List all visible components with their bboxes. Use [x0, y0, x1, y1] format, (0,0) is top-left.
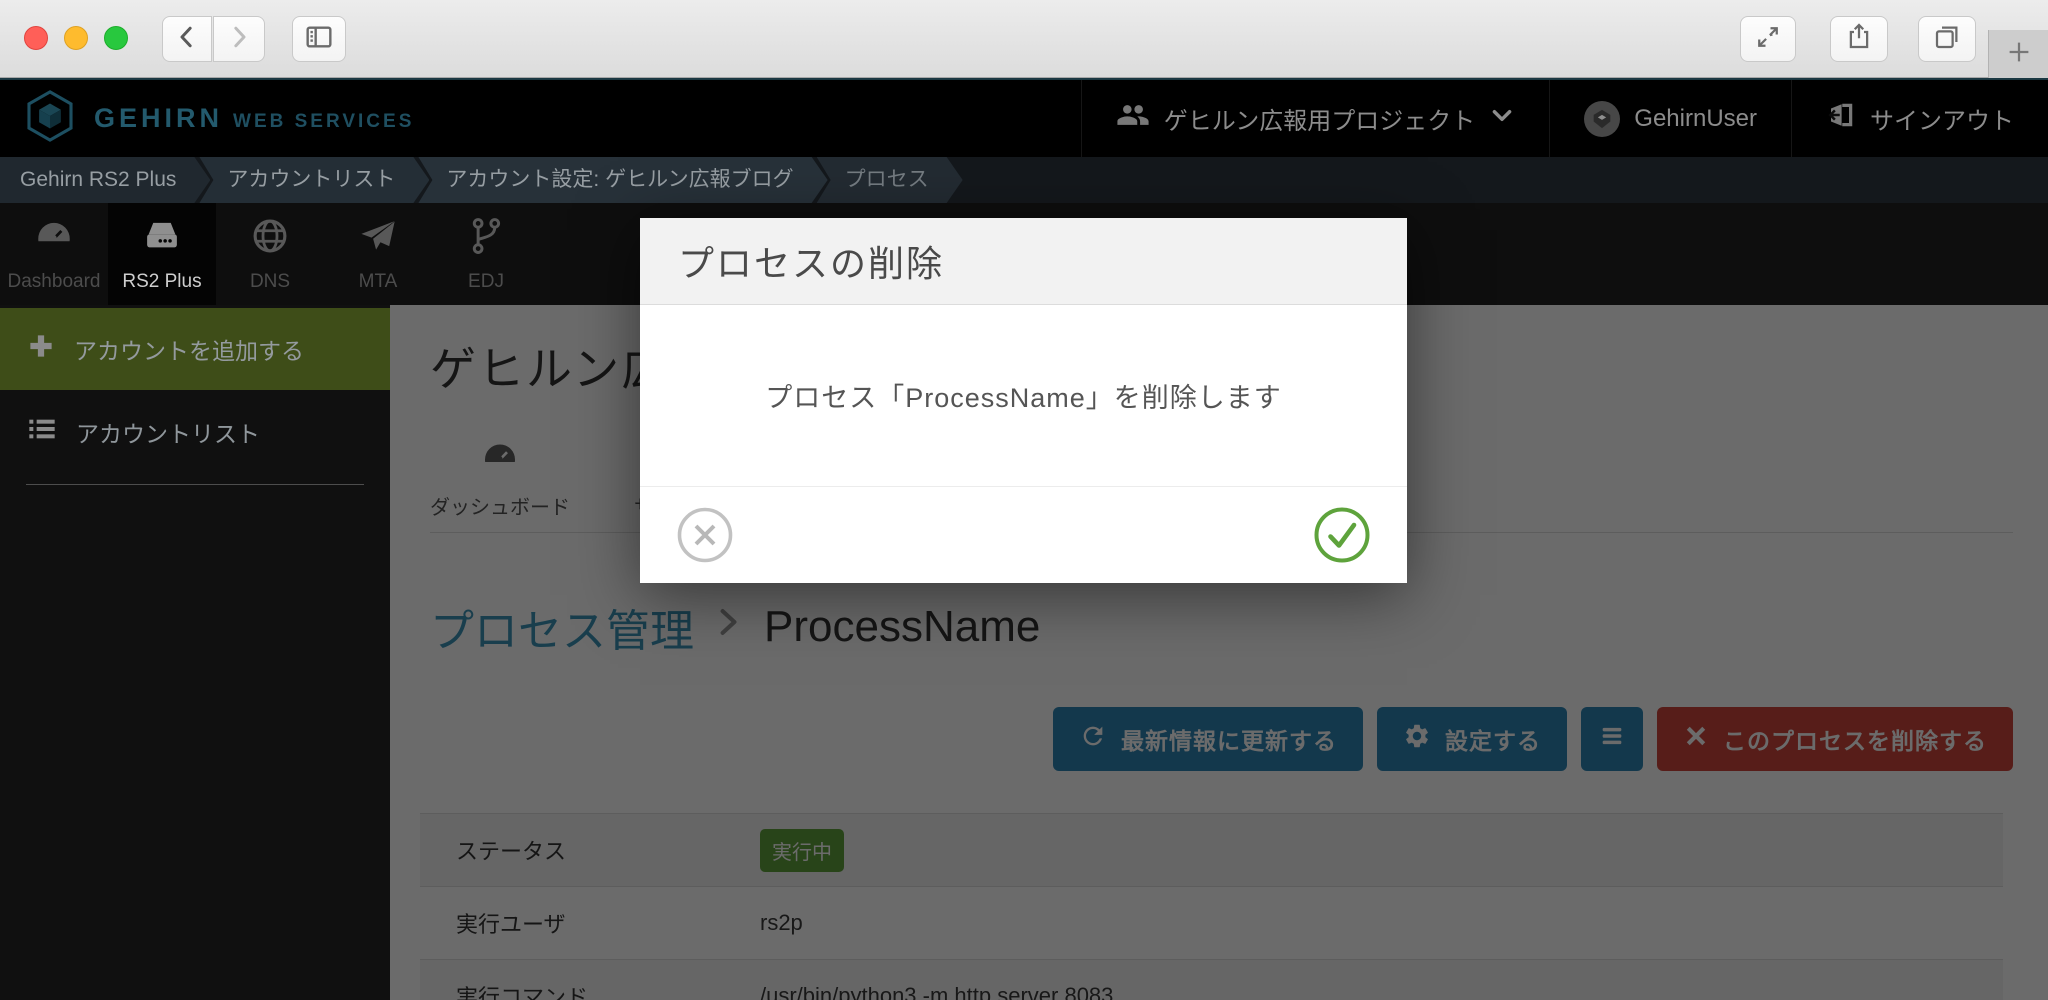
breadcrumb-item-account-settings[interactable]: アカウント設定: ゲヒルン広報ブログ — [418, 157, 827, 203]
project-label: ゲヒルン広報用プロジェクト — [1164, 101, 1476, 136]
new-tab-button[interactable] — [1988, 30, 2048, 78]
back-icon — [172, 22, 202, 57]
globe-icon — [249, 215, 291, 263]
back-button[interactable] — [162, 16, 212, 62]
zoom-window-button[interactable] — [104, 26, 128, 50]
nav-label: RS2 Plus — [122, 271, 201, 293]
nav-label: DNS — [250, 271, 290, 293]
sidebar-toggle-icon — [303, 21, 335, 58]
header-right: ゲヒルン広報用プロジェクト GehirnUser — [1081, 80, 2048, 157]
project-selector[interactable]: ゲヒルン広報用プロジェクト — [1081, 80, 1550, 157]
browser-chrome — [0, 0, 2048, 78]
server-icon — [141, 215, 183, 263]
paper-plane-icon — [357, 215, 399, 263]
app-header: GEHIRN WEB SERVICES ゲヒルン広報用プロジェクト — [0, 78, 2048, 157]
sidebar-toggle-button[interactable] — [292, 16, 346, 62]
confirm-check-icon — [1313, 552, 1371, 567]
fullscreen-button[interactable] — [1740, 16, 1796, 62]
modal-confirm-button[interactable] — [1313, 506, 1371, 564]
sidebar-item-label: アカウントを追加する — [74, 332, 304, 366]
share-icon — [1844, 22, 1874, 57]
nav-item-dns[interactable]: DNS — [216, 203, 324, 305]
sidebar-item-label: アカウントリスト — [76, 415, 260, 449]
gauge-icon — [33, 215, 75, 263]
nav-label: MTA — [359, 271, 398, 293]
delete-process-modal: プロセスの削除 プロセス「ProcessName」を削除します — [640, 218, 1407, 583]
chevron-down-icon — [1489, 102, 1515, 135]
modal-body: プロセス「ProcessName」を削除します — [640, 305, 1407, 486]
breadcrumb: Gehirn RS2 Plus アカウントリスト アカウント設定: ゲヒルン広報… — [0, 157, 2048, 203]
signout-icon — [1826, 100, 1856, 137]
nav-label: Dashboard — [8, 271, 101, 293]
breadcrumb-item-account-list[interactable]: アカウントリスト — [199, 157, 429, 203]
modal-message: プロセス「ProcessName」を削除します — [765, 376, 1282, 415]
tab-overview-button[interactable] — [1918, 16, 1976, 62]
sidebar: アカウントを追加する アカウントリスト — [0, 305, 390, 1000]
avatar — [1584, 101, 1620, 137]
breadcrumb-item-rs2plus[interactable]: Gehirn RS2 Plus — [0, 157, 210, 203]
nav-item-edj[interactable]: EDJ — [432, 203, 540, 305]
users-icon — [1116, 98, 1150, 139]
modal-header: プロセスの削除 — [640, 218, 1407, 305]
screen: GEHIRN WEB SERVICES ゲヒルン広報用プロジェクト — [0, 0, 2048, 1000]
nav-item-rs2plus[interactable]: RS2 Plus — [108, 203, 216, 305]
fullscreen-icon — [1753, 22, 1783, 57]
nav-item-mta[interactable]: MTA — [324, 203, 432, 305]
modal-footer — [640, 486, 1407, 582]
modal-title: プロセスの削除 — [678, 235, 944, 287]
breadcrumb-item-process[interactable]: プロセス — [817, 157, 963, 203]
brand[interactable]: GEHIRN WEB SERVICES — [0, 86, 414, 151]
minimize-window-button[interactable] — [64, 26, 88, 50]
app-viewport: GEHIRN WEB SERVICES ゲヒルン広報用プロジェクト — [0, 78, 2048, 1000]
sidebar-divider — [26, 484, 364, 485]
plus-icon — [26, 331, 56, 367]
tab-overview-icon — [1932, 22, 1962, 57]
user-label: GehirnUser — [1634, 105, 1757, 133]
cancel-x-icon — [676, 552, 734, 567]
sidebar-item-account-list[interactable]: アカウントリスト — [0, 390, 390, 474]
gehirn-logo-icon — [22, 86, 78, 151]
list-icon — [26, 413, 58, 451]
plus-icon — [2004, 37, 2034, 72]
window-controls — [24, 26, 128, 50]
forward-button[interactable] — [213, 16, 265, 62]
share-button[interactable] — [1830, 16, 1888, 62]
signout-label: サインアウト — [1870, 101, 2014, 136]
nav-label: EDJ — [468, 271, 504, 293]
close-window-button[interactable] — [24, 26, 48, 50]
user-menu[interactable]: GehirnUser — [1549, 80, 1791, 157]
brand-name: GEHIRN — [94, 103, 223, 133]
nav-item-dashboard[interactable]: Dashboard — [0, 203, 108, 305]
modal-cancel-button[interactable] — [676, 506, 734, 564]
brand-suffix: WEB SERVICES — [233, 111, 414, 132]
forward-icon — [224, 22, 254, 57]
git-branch-icon — [465, 215, 507, 263]
sidebar-item-add-account[interactable]: アカウントを追加する — [0, 308, 390, 390]
signout-button[interactable]: サインアウト — [1791, 80, 2048, 157]
